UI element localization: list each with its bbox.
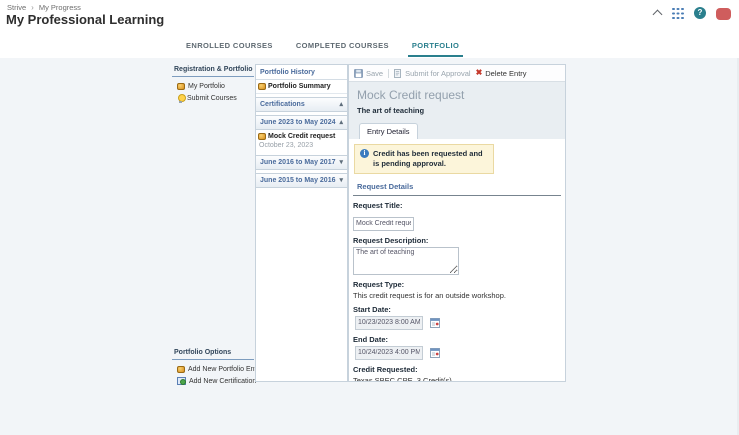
entry-details-body: i Credit has been requested and is pendi… [349,139,565,382]
delete-x-icon: ✖ [476,69,483,77]
entry-subtitle: The art of teaching [357,106,557,115]
credit-requested-label: Credit Requested: [353,365,561,374]
entry-detail-panel: Save Submit for Approval ✖ Delete Entry … [348,64,566,382]
chevron-up-icon: ▴ [339,102,343,108]
sidebar-item-my-portfolio[interactable]: My Portfolio [172,81,254,92]
save-button[interactable]: Save [354,69,383,78]
info-icon: i [360,149,369,158]
portfolio-summary-item[interactable]: Portfolio Summary [256,80,347,94]
tab-entry-details[interactable]: Entry Details [359,123,418,139]
tab-portfolio[interactable]: PORTFOLIO [408,39,463,57]
breadcrumb-my-progress[interactable]: My Progress [39,3,81,12]
apps-grid-icon[interactable] [671,7,684,20]
accordion-june-2023-may-2024[interactable]: June 2023 to May 2024 ▴ [256,115,347,130]
chevron-down-icon: ▾ [339,178,343,184]
tab-enrolled-courses[interactable]: ENROLLED COURSES [182,39,277,57]
page-title: My Professional Learning [6,12,164,27]
toolbar-divider [388,69,389,78]
submit-for-approval-button[interactable]: Submit for Approval [394,69,470,78]
top-icons: ? [654,6,731,20]
add-new-certification-button[interactable]: Add New Certification [172,375,254,387]
accordion-label: June 2016 to May 2017 [260,159,336,166]
sidebar-item-label: Submit Courses [187,95,237,102]
portfolio-icon [258,133,266,140]
detail-toolbar: Save Submit for Approval ✖ Delete Entry [349,65,565,82]
delete-entry-button[interactable]: ✖ Delete Entry [476,69,527,78]
history-entry-mock-credit-request[interactable]: Mock Credit request October 23, 2023 [256,130,347,152]
portfolio-options-section: Portfolio Options Add New Portfolio Entr… [172,347,254,387]
entry-date: October 23, 2023 [258,140,345,150]
accordion-label: June 2015 to May 2016 [260,177,336,184]
portfolio-icon [177,83,185,90]
accordion-june-2016-may-2017[interactable]: June 2016 to May 2017 ▾ [256,155,347,170]
credit-requested-value: Texas SBEC CPE, 3 Credit(s) [353,376,561,382]
portfolio-summary-label: Portfolio Summary [268,83,331,90]
pending-approval-notice: i Credit has been requested and is pendi… [354,144,494,174]
entry-title-label: Mock Credit request [268,133,335,140]
save-disk-icon [354,69,363,78]
avatar[interactable] [716,8,731,20]
lightbulb-icon [177,94,184,103]
portfolio-options-header: Portfolio Options [172,347,254,360]
request-description-textarea[interactable]: The art of teaching [353,247,459,275]
request-title-label: Request Title: [353,201,561,210]
registration-portfolio-header: Registration & Portfolio [172,64,254,77]
end-date-input[interactable] [355,346,423,360]
chevron-down-icon: ▾ [339,160,343,166]
certification-icon [177,377,186,385]
accordion-label: June 2023 to May 2024 [260,119,336,126]
request-type-value: This credit request is for an outside wo… [353,291,561,300]
accordion-certifications[interactable]: Certifications ▴ [256,97,347,112]
tab-completed-courses[interactable]: COMPLETED COURSES [292,39,393,57]
collapse-chevron-icon[interactable] [653,10,663,20]
start-date-input[interactable] [355,316,423,330]
request-type-label: Request Type: [353,280,561,289]
add-new-portfolio-entry-button[interactable]: Add New Portfolio Entry [172,364,254,375]
breadcrumb-separator-icon: › [31,4,34,11]
request-title-input[interactable] [353,217,414,231]
document-icon [394,69,402,78]
registration-portfolio-section: Registration & Portfolio My Portfolio Su… [172,64,254,105]
request-details-section-header: Request Details [353,180,561,196]
portfolio-history-header: Portfolio History [256,65,347,80]
chevron-up-icon: ▴ [339,120,343,126]
sidebar-item-label: Add New Portfolio Entry [188,366,262,373]
portfolio-icon [258,83,266,90]
calendar-picker-icon[interactable] [430,347,441,358]
tab-bar: ENROLLED COURSES COMPLETED COURSES PORTF… [0,30,739,58]
help-icon[interactable]: ? [694,7,706,19]
start-date-label: Start Date: [353,305,561,314]
portfolio-history-panel: Portfolio History Portfolio Summary Cert… [255,64,348,382]
breadcrumb: Strive › My Progress [7,3,81,12]
sidebar-item-label: My Portfolio [188,83,225,90]
entry-header: Mock Credit request The art of teaching … [349,82,565,139]
accordion-june-2015-may-2016[interactable]: June 2015 to May 2016 ▾ [256,173,347,188]
sidebar-item-submit-courses[interactable]: Submit Courses [172,92,254,105]
sidebar-item-label: Add New Certification [189,378,256,385]
accordion-label: Certifications [260,101,305,108]
top-bar: Strive › My Progress My Professional Lea… [0,0,739,30]
calendar-picker-icon[interactable] [430,317,441,328]
end-date-label: End Date: [353,335,561,344]
portfolio-icon [177,366,185,373]
request-description-label: Request Description: [353,236,561,245]
notice-text: Credit has been requested and is pending… [373,149,488,169]
breadcrumb-strive[interactable]: Strive [7,3,26,12]
entry-title: Mock Credit request [357,88,557,102]
